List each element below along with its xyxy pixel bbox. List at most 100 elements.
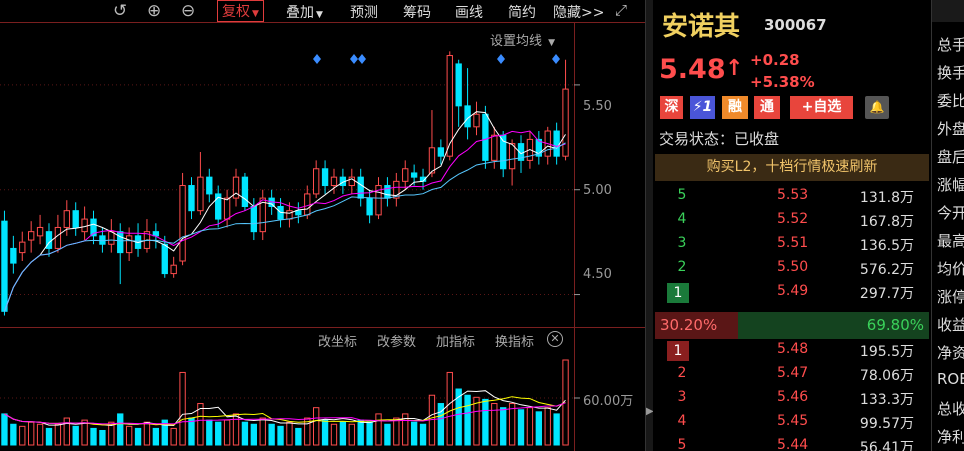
volume-bar (384, 423, 391, 446)
zoom-in-icon[interactable]: ⊕ (147, 1, 161, 21)
buy-row[interactable]: 4 5.45 99.57万 (653, 413, 931, 435)
undo-icon[interactable]: ↺ (113, 1, 127, 21)
candle-body (410, 172, 418, 178)
candle-body (54, 226, 62, 249)
connect-badge[interactable]: 通 (754, 96, 780, 119)
kline-chart-panel[interactable]: ↺ ⊕ ⊖ 复权 ▼ 叠加 ▼ 预测 筹码 画线 简约 隐藏>> ⤢ 设置均线 ▼ … (0, 0, 645, 451)
hide-button[interactable]: 隐藏>> (553, 2, 604, 22)
info-label: 盘后 (937, 148, 964, 166)
chevron-down-icon: ▼ (548, 38, 556, 48)
change-params-button[interactable]: 改参数 (377, 331, 416, 350)
candle-body (81, 218, 88, 233)
forecast-button[interactable]: 预测 (350, 2, 378, 22)
l2-purchase-banner[interactable]: 购买L2，十档行情极速刷新 (655, 154, 929, 181)
buy-row[interactable]: 1 5.48 195.5万 (653, 341, 931, 363)
volume-bar (28, 421, 35, 446)
kline-chart[interactable] (0, 0, 645, 451)
event-marker-icon (552, 54, 560, 64)
volume-bar (143, 421, 151, 446)
volume-bar (500, 407, 507, 446)
candle-body (179, 185, 186, 262)
volume-bar (330, 423, 338, 446)
volume-bar (259, 417, 266, 446)
chevron-down-icon: ▼ (252, 9, 259, 19)
volume-bar (179, 371, 186, 446)
volume-bar (250, 423, 257, 446)
candle-body (108, 231, 115, 245)
candle-body (99, 235, 106, 245)
sell-row[interactable]: 2 5.50 576.2万 (653, 259, 931, 281)
volume-bar (90, 427, 97, 446)
change-axis-button[interactable]: 改坐标 (318, 331, 357, 350)
volume-bar (366, 421, 373, 446)
trade-status: 交易状态：已收盘 (659, 130, 780, 148)
chart-toolbar: ↺ ⊕ ⊖ 复权 ▼ 叠加 ▼ 预测 筹码 画线 简约 隐藏>> ⤢ (0, 0, 645, 22)
volume-bar (464, 394, 471, 446)
sell-volume: 136.5万 (859, 238, 914, 254)
candle-body (28, 231, 35, 241)
info-label: 外盘 (937, 120, 964, 138)
volume-bar (170, 427, 177, 446)
sell-row[interactable]: 1 5.49 297.7万 (653, 283, 931, 305)
candle-body (63, 210, 70, 228)
zoom-out-icon[interactable]: ⊖ (181, 1, 195, 21)
add-indicator-button[interactable]: 加指标 (436, 331, 475, 350)
drawline-button[interactable]: 画线 (455, 2, 483, 22)
buy-row[interactable]: 5 5.44 56.41万 (653, 437, 931, 451)
ma-setting-button[interactable]: 设置均线 ▼ (490, 30, 555, 49)
candle-body (241, 176, 249, 207)
info-label: 今开 (937, 204, 964, 222)
volume-bar (188, 417, 195, 446)
sell-row[interactable]: 5 5.53 131.8万 (653, 187, 931, 209)
candle-body (366, 197, 373, 216)
price-change: +0.28 (750, 51, 800, 69)
compact-button[interactable]: 简约 (508, 2, 536, 22)
bell-icon[interactable]: 🔔 (865, 96, 889, 119)
candle-body (304, 193, 311, 216)
switch-indicator-button[interactable]: 换指标 (495, 331, 534, 350)
sell-row[interactable]: 4 5.52 167.8万 (653, 211, 931, 233)
add-watchlist-button[interactable]: +自选 (790, 96, 853, 119)
event-marker-icon (358, 54, 366, 64)
candle-body (464, 105, 471, 128)
candle-body (491, 134, 498, 161)
candle-body (428, 147, 436, 174)
sell-price: 5.51 (777, 235, 809, 251)
volume-bar (321, 419, 329, 446)
volume-bar (10, 423, 17, 446)
sell-row[interactable]: 3 5.51 136.5万 (653, 235, 931, 257)
fullscreen-icon[interactable]: ⤢ (615, 1, 627, 19)
chips-button[interactable]: 筹码 (403, 2, 431, 22)
buy-price: 5.47 (777, 365, 809, 381)
volume-bar (99, 429, 106, 446)
lightning-badge[interactable]: ⚡1 (690, 96, 715, 119)
panel-splitter[interactable]: ▶ (645, 0, 654, 451)
quote-panel: 安诺其 300067 5.48 ↑ +0.28 +5.38% 深 ⚡1 融 通 … (653, 0, 931, 451)
margin-badge[interactable]: 融 (722, 96, 748, 119)
info-label: 收益 (937, 316, 964, 334)
candle-body (197, 176, 204, 212)
fuquan-button[interactable]: 复权 ▼ (217, 0, 264, 22)
candle-body (482, 113, 489, 161)
candle-body (36, 226, 44, 237)
buy-row[interactable]: 2 5.47 78.06万 (653, 365, 931, 387)
stock-info-column: 总手换手委比外盘盘后涨幅今开最高均价涨停收益净资 ROE 总收净利 (931, 0, 964, 451)
arrow-up-icon: ↑ (725, 56, 744, 81)
volume-bar (232, 413, 240, 446)
buy-volume: 195.5万 (859, 344, 914, 360)
ma-setting-label: 设置均线 (490, 34, 543, 49)
overlay-button[interactable]: 叠加 ▼ (286, 2, 323, 22)
buy-price: 5.46 (777, 389, 809, 405)
buy-level: 2 (677, 365, 687, 381)
volume-bar (268, 423, 275, 446)
volume-bar (375, 413, 382, 446)
candle-body (125, 235, 133, 254)
buy-level: 1 (667, 341, 689, 361)
sell-level: 1 (667, 283, 689, 303)
candle-body (357, 176, 364, 199)
shenzhen-badge[interactable]: 深 (660, 96, 683, 119)
candle-body (295, 210, 302, 216)
ma-line-20 (4, 142, 566, 312)
close-icon[interactable]: ✕ (547, 331, 563, 347)
buy-row[interactable]: 3 5.46 133.3万 (653, 389, 931, 411)
